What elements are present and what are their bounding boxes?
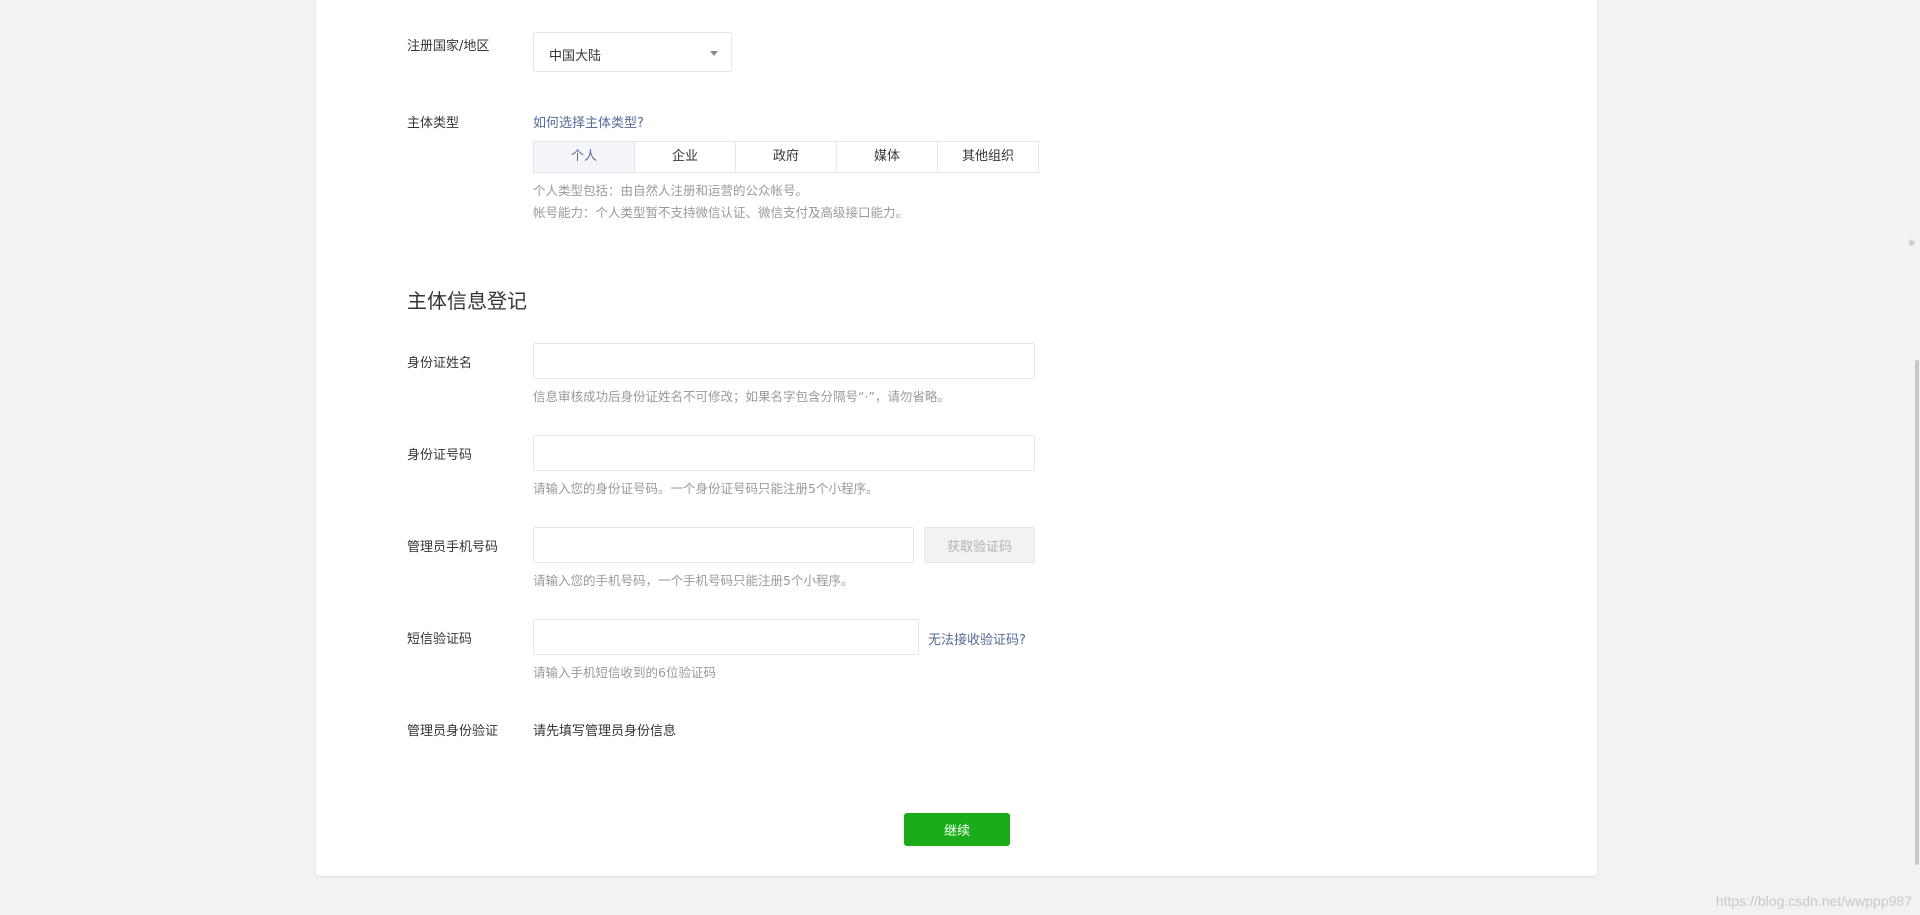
entity-type-label: 主体类型 — [407, 116, 460, 131]
watermark: https://blog.csdn.net/wwppp987 — [1715, 893, 1912, 909]
id-name-label: 身份证姓名 — [407, 356, 473, 371]
entity-type-option-enterprise[interactable]: 企业 — [634, 142, 735, 172]
id-name-input[interactable] — [533, 343, 1035, 379]
phone-tip: 请输入您的手机号码，一个手机号码只能注册5个小程序。 — [533, 573, 854, 588]
chevron-down-icon — [710, 51, 718, 56]
entity-type-option-media[interactable]: 媒体 — [836, 142, 937, 172]
page-scrollbar[interactable] — [1914, 0, 1920, 915]
admin-verify-label: 管理员身份验证 — [407, 724, 499, 739]
sms-code-input[interactable] — [533, 619, 919, 655]
country-select-value: 中国大陆 — [549, 49, 602, 64]
sms-tip: 请输入手机短信收到的6位验证码 — [533, 665, 716, 680]
id-number-label: 身份证号码 — [407, 448, 473, 463]
sms-help-link[interactable]: 无法接收验证码? — [928, 629, 1026, 648]
country-select[interactable]: 中国大陆 — [533, 32, 732, 72]
get-code-button[interactable]: 获取验证码 — [924, 527, 1035, 563]
entity-type-tip-2: 帐号能力：个人类型暂不支持微信认证、微信支付及高级接口能力。 — [533, 205, 909, 220]
scrollbar-thumb[interactable] — [1915, 360, 1919, 865]
phone-label: 管理员手机号码 — [407, 540, 499, 555]
country-label: 注册国家/地区 — [407, 39, 490, 54]
entity-type-option-government[interactable]: 政府 — [735, 142, 836, 172]
entity-type-help-link[interactable]: 如何选择主体类型? — [533, 112, 644, 131]
entity-type-option-personal[interactable]: 个人 — [534, 142, 634, 172]
pin-icon: ✱ — [1908, 239, 1916, 249]
sms-label: 短信验证码 — [407, 632, 473, 647]
entity-type-tip-1: 个人类型包括：由自然人注册和运营的公众帐号。 — [533, 183, 809, 198]
entity-type-segmented-control: 个人 企业 政府 媒体 其他组织 — [533, 141, 1039, 173]
phone-input[interactable] — [533, 527, 914, 563]
id-name-tip: 信息审核成功后身份证姓名不可修改；如果名字包含分隔号“·”，请勿省略。 — [533, 389, 950, 404]
admin-verify-text: 请先填写管理员身份信息 — [533, 724, 677, 739]
id-number-tip: 请输入您的身份证号码。一个身份证号码只能注册5个小程序。 — [533, 481, 879, 496]
id-number-input[interactable] — [533, 435, 1035, 471]
entity-type-option-other[interactable]: 其他组织 — [937, 142, 1038, 172]
continue-button[interactable]: 继续 — [904, 813, 1010, 846]
section-title: 主体信息登记 — [407, 289, 527, 313]
